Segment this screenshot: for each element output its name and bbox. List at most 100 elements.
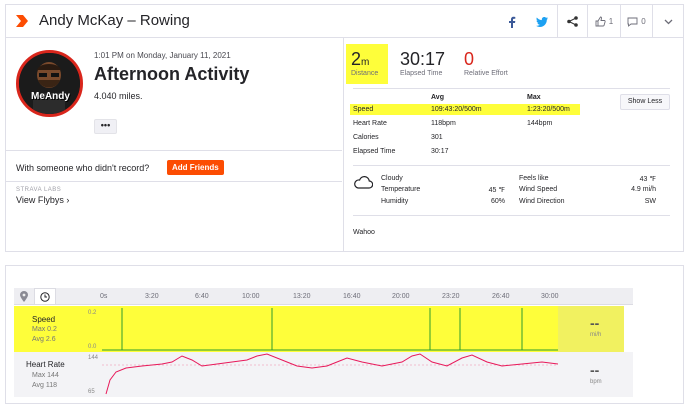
stat-elapsed-time: 30:17 Elapsed Time xyxy=(400,49,445,77)
wind-direction-label: Wind Direction xyxy=(519,198,565,205)
relative-effort-label: Relative Effort xyxy=(464,70,508,77)
relative-effort-value: 0 xyxy=(464,49,475,69)
share-icon xyxy=(567,16,578,27)
time-tick: 0s xyxy=(100,293,108,300)
speed-readout: -- xyxy=(590,315,600,331)
divider xyxy=(353,215,670,216)
max-header: Max xyxy=(527,94,541,101)
detail-max-speed: 1:23:20/500m xyxy=(527,106,570,113)
distance-value: 2 xyxy=(351,49,362,69)
clock-icon xyxy=(40,291,50,302)
map-pin-button[interactable] xyxy=(14,288,34,305)
strava-chevron-icon xyxy=(16,15,28,27)
thumbs-up-icon xyxy=(595,16,606,27)
time-tick: 6:40 xyxy=(195,293,209,300)
weather-condition: Cloudy xyxy=(381,175,403,182)
heart-rate-stream-plot xyxy=(102,353,558,395)
divider xyxy=(6,181,342,182)
stat-distance: 2m Distance xyxy=(346,44,388,84)
activity-name: Afternoon Activity xyxy=(94,64,250,84)
detail-avg-elapsed-time: 30:17 xyxy=(431,148,449,155)
comments-button[interactable]: 0 xyxy=(620,5,652,38)
divider xyxy=(343,38,344,252)
time-axis-button[interactable] xyxy=(34,288,56,305)
device-name: Wahoo xyxy=(353,229,375,236)
comments-count: 0 xyxy=(641,17,646,26)
page-title: Andy McKay – Rowing xyxy=(39,12,190,29)
activity-datetime: 1:01 PM on Monday, January 11, 2021 xyxy=(94,51,231,60)
heart-rate-readout-unit: bpm xyxy=(590,379,602,385)
detail-label-heart-rate: Heart Rate xyxy=(353,120,387,127)
detail-avg-speed: 109:43:20/500m xyxy=(431,106,482,113)
speed-stream-avg: Avg 2.6 xyxy=(32,336,56,343)
detail-label-speed: Speed xyxy=(353,106,374,113)
comment-icon xyxy=(627,17,638,27)
time-tick: 13:20 xyxy=(293,293,311,300)
heart-rate-stream-avg: Avg 118 xyxy=(32,382,58,389)
wind-speed-value: 4.9 mi/h xyxy=(631,186,656,193)
time-tick: 20:00 xyxy=(392,293,410,300)
time-tick: 3:20 xyxy=(145,293,159,300)
speed-readout-unit: mi/h xyxy=(590,332,602,338)
map-pin-icon xyxy=(20,291,28,302)
heart-rate-stream-max: Max 144 xyxy=(32,372,59,379)
athlete-avatar[interactable]: MeAndy xyxy=(16,50,83,117)
divider xyxy=(353,88,670,89)
heart-rate-y-bottom: 65 xyxy=(88,389,95,395)
menu-button[interactable] xyxy=(652,5,684,38)
avatar-image xyxy=(19,53,80,114)
view-flybys-link[interactable]: View Flybys › xyxy=(16,195,69,205)
elapsed-time-value: 30:17 xyxy=(400,49,446,69)
distance-label: Distance xyxy=(351,70,379,77)
cloud-icon xyxy=(354,176,373,189)
share-button[interactable] xyxy=(557,5,587,38)
wind-speed-label: Wind Speed xyxy=(519,186,558,193)
time-tick: 23:20 xyxy=(442,293,460,300)
divider xyxy=(6,150,342,151)
avatar-label: MeAndy xyxy=(31,91,70,102)
divider xyxy=(353,165,670,166)
strava-labs-label: STRAVA LABS xyxy=(16,187,62,193)
elapsed-time-label: Elapsed Time xyxy=(400,70,443,77)
heart-rate-readout: -- xyxy=(590,362,600,378)
heart-rate-y-top: 144 xyxy=(88,355,99,361)
heart-rate-stream-label: Heart Rate xyxy=(26,360,65,369)
heart-rate-stream-line xyxy=(105,353,558,395)
stat-relative-effort: 0 Relative Effort xyxy=(464,49,508,77)
detail-avg-calories: 301 xyxy=(431,134,443,141)
time-tick: 26:40 xyxy=(492,293,510,300)
distance-unit: m xyxy=(361,57,370,68)
feels-like-label: Feels like xyxy=(519,175,549,182)
speed-y-bottom: 0.0 xyxy=(88,344,97,350)
chevron-down-icon xyxy=(664,19,673,24)
add-friends-button[interactable]: Add Friends xyxy=(167,160,224,175)
kudos-button[interactable]: 1 xyxy=(587,5,620,38)
speed-stream-line xyxy=(102,308,558,351)
activity-chart-card: 0s 3:20 6:40 10:00 13:20 16:40 20:00 23:… xyxy=(5,265,684,404)
facebook-share-button[interactable] xyxy=(497,5,527,38)
detail-max-heart-rate: 144bpm xyxy=(527,120,553,127)
wind-direction-value: SW xyxy=(644,198,656,205)
twitter-icon xyxy=(536,16,548,27)
detail-avg-heart-rate: 118bpm xyxy=(431,120,456,127)
activity-summary-card: Andy McKay – Rowing 1 0 MeAndy 1:01 PM o… xyxy=(5,4,684,252)
speed-stream-label: Speed xyxy=(32,315,56,324)
facebook-icon xyxy=(509,16,516,28)
speed-stream-max: Max 0.2 xyxy=(32,326,57,333)
time-tick: 16:40 xyxy=(343,293,361,300)
more-actions-button[interactable]: ••• xyxy=(94,119,117,134)
temperature-value: 45 ℉ xyxy=(488,187,505,194)
humidity-label: Humidity xyxy=(381,198,409,205)
detail-label-elapsed-time: Elapsed Time xyxy=(353,148,396,155)
detail-label-calories: Calories xyxy=(353,134,379,141)
record-question: With someone who didn't record? xyxy=(16,163,150,173)
humidity-value: 60% xyxy=(490,198,505,205)
speed-y-top: 0.2 xyxy=(88,310,97,316)
activity-description: 4.040 miles. xyxy=(94,91,143,101)
temperature-label: Temperature xyxy=(381,186,421,193)
avg-header: Avg xyxy=(431,94,444,101)
activity-header: Andy McKay – Rowing 1 0 xyxy=(6,5,683,38)
show-less-button[interactable]: Show Less xyxy=(620,94,670,110)
kudos-count: 1 xyxy=(608,17,614,26)
twitter-share-button[interactable] xyxy=(527,5,557,38)
